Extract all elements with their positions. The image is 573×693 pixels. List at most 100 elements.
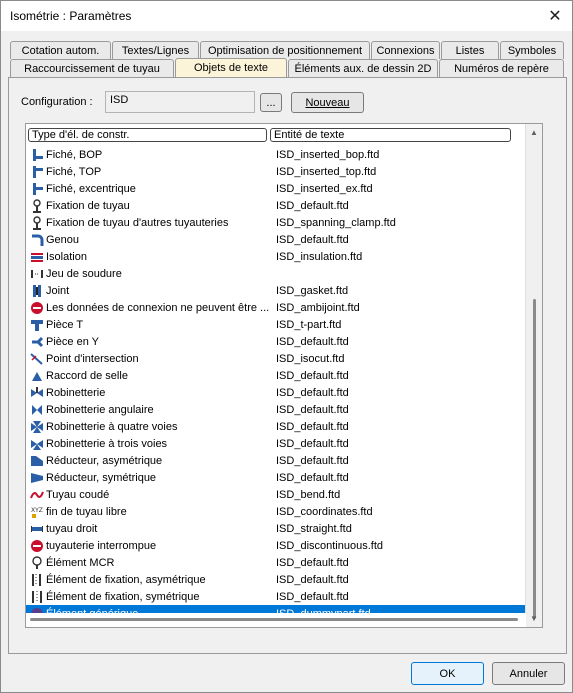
tab-textes-lignes[interactable]: Textes/Lignes — [112, 41, 199, 59]
row-type-label: Raccord de selle — [46, 369, 128, 382]
table-row[interactable]: Joint ISD_gasket.ftd — [26, 282, 526, 299]
row-entity-label: ISD_inserted_bop.ftd — [276, 148, 380, 161]
close-icon[interactable]: ✕ — [542, 3, 568, 29]
row-type-cell: Point d'intersection — [30, 352, 270, 366]
tab-objets-de-texte[interactable]: Objets de texte — [175, 58, 287, 77]
tab-optimisation-positionnement[interactable]: Optimisation de positionnement — [200, 41, 370, 59]
row-entity-label: ISD_spanning_clamp.ftd — [276, 216, 396, 229]
table-row[interactable]: Raccord de selle ISD_default.ftd — [26, 367, 526, 384]
table-row[interactable]: Point d'intersection ISD_isocut.ftd — [26, 350, 526, 367]
reducer-sym-icon — [30, 471, 44, 485]
row-type-cell: Élément de fixation, asymétrique — [30, 573, 270, 587]
tab-listes[interactable]: Listes — [441, 41, 499, 59]
row-type-label: Réducteur, symétrique — [46, 471, 157, 484]
row-entity-label: ISD_default.ftd — [276, 386, 349, 399]
row-type-label: Genou — [46, 233, 80, 246]
ok-button[interactable]: OK — [411, 662, 484, 685]
table-row[interactable]: Pièce en Y ISD_default.ftd — [26, 333, 526, 350]
row-type-label: Élément de fixation, symétrique — [46, 590, 200, 603]
row-entity-label: ISD_default.ftd — [276, 403, 349, 416]
tab-numeros-repere[interactable]: Numéros de repère — [439, 59, 564, 77]
table-row[interactable]: Réducteur, symétrique ISD_default.ftd — [26, 469, 526, 486]
table-row[interactable]: Réducteur, asymétrique ISD_default.ftd — [26, 452, 526, 469]
row-type-cell: Pièce en Y — [30, 335, 270, 349]
table-header: Type d'él. de constr. Entité de texte — [26, 124, 526, 146]
window-title: Isométrie : Paramètres — [10, 9, 132, 23]
new-button[interactable]: Nouveau — [291, 92, 364, 113]
straight-pipe-icon — [30, 522, 44, 536]
table-row[interactable]: Jeu de soudure — [26, 265, 526, 282]
horizontal-scrollbar[interactable] — [26, 613, 526, 627]
table-row[interactable]: Isolation ISD_insulation.ftd — [26, 248, 526, 265]
row-entity-label: ISD_default.ftd — [276, 233, 349, 246]
no-entry-icon — [30, 539, 44, 553]
row-type-cell: Robinetterie à trois voies — [30, 437, 270, 451]
table-row[interactable]: Robinetterie à quatre voies ISD_default.f… — [26, 418, 526, 435]
table-row[interactable]: Fiché, excentrique ISD_inserted_ex.ftd — [26, 180, 526, 197]
tab-symboles[interactable]: Symboles — [500, 41, 564, 59]
tab-raccourcissement-tuyau[interactable]: Raccourcissement de tuyau — [10, 59, 174, 77]
table-row[interactable]: Robinetterie ISD_default.ftd — [26, 384, 526, 401]
table-row[interactable]: Fixation de tuyau ISD_default.ftd — [26, 197, 526, 214]
hscroll-thumb[interactable] — [30, 618, 518, 621]
table-row[interactable]: Les données de connexion ne peuvent être… — [26, 299, 526, 316]
table-row[interactable]: Élément MCR ISD_default.ftd — [26, 554, 526, 571]
row-type-cell: tuyauterie interrompue — [30, 539, 270, 553]
vertical-scrollbar[interactable]: ▲ ▼ — [525, 124, 542, 627]
row-type-cell: Fiché, TOP — [30, 165, 270, 179]
row-type-label: Fiché, excentrique — [46, 182, 136, 195]
tab-cotation-autom[interactable]: Cotation autom. — [10, 41, 111, 59]
row-type-label: Tuyau coudé — [46, 488, 110, 501]
table-row[interactable]: Genou ISD_default.ftd — [26, 231, 526, 248]
row-type-cell: Genou — [30, 233, 270, 247]
table-row[interactable]: XYZ fin de tuyau libre ISD_coordinates.ftd — [26, 503, 526, 520]
scroll-down-icon[interactable]: ▼ — [526, 610, 542, 627]
row-type-label: Robinetterie angulaire — [46, 403, 154, 416]
row-type-cell: Fixation de tuyau — [30, 198, 270, 213]
table-row[interactable]: Élément de fixation, asymétrique ISD_defa… — [26, 571, 526, 588]
row-type-cell: Pièce T — [30, 318, 270, 332]
table-row[interactable]: Tuyau coudé ISD_bend.ftd — [26, 486, 526, 503]
table-row[interactable]: tuyauterie interrompue ISD_discontinuous.… — [26, 537, 526, 554]
cancel-button[interactable]: Annuler — [492, 662, 565, 685]
row-type-label: Joint — [46, 284, 70, 297]
scroll-thumb[interactable] — [533, 299, 536, 619]
column-header-type[interactable]: Type d'él. de constr. — [28, 128, 267, 142]
row-type-label: Point d'intersection — [46, 352, 139, 365]
mcr-icon — [30, 555, 44, 570]
gasket-icon — [30, 284, 44, 298]
table-row[interactable]: Élément de fixation, symétrique ISD_defau… — [26, 588, 526, 605]
table-row[interactable]: Fiché, TOP ISD_inserted_top.ftd — [26, 163, 526, 180]
column-header-entity[interactable]: Entité de texte — [270, 128, 511, 142]
table-row[interactable]: Fixation de tuyau d'autres tuyauteries IS… — [26, 214, 526, 231]
tab-panel: Configuration : ISD ... Nouveau Type d'é… — [8, 77, 567, 654]
table-row[interactable]: Robinetterie à trois voies ISD_default.ft… — [26, 435, 526, 452]
row-entity-label: ISD_t-part.ftd — [276, 318, 342, 331]
row-entity-label: ISD_insulation.ftd — [276, 250, 363, 263]
row-type-label: tuyauterie interrompue — [46, 539, 157, 552]
element-text-table: Type d'él. de constr. Entité de texte Fi… — [25, 123, 543, 628]
row-type-label: tuyau droit — [46, 522, 98, 535]
pipe-support-icon — [30, 198, 44, 213]
tab-connexions[interactable]: Connexions — [371, 41, 440, 59]
table-row[interactable]: Fiché, BOP ISD_inserted_bop.ftd — [26, 146, 526, 163]
four-way-valve-icon — [30, 420, 44, 434]
row-entity-label: ISD_bend.ftd — [276, 488, 341, 501]
browse-button[interactable]: ... — [260, 93, 282, 112]
table-row[interactable]: Pièce T ISD_t-part.ftd — [26, 316, 526, 333]
row-entity-label: ISD_default.ftd — [276, 420, 349, 433]
fixing-asym-icon — [30, 573, 44, 587]
table-row[interactable]: Robinetterie angulaire ISD_default.ftd — [26, 401, 526, 418]
row-type-label: Pièce en Y — [46, 335, 100, 348]
tab-elements-aux-dessin[interactable]: Éléments aux. de dessin 2D — [288, 59, 438, 77]
row-entity-label: ISD_discontinuous.ftd — [276, 539, 384, 552]
table-row[interactable]: tuyau droit ISD_straight.ftd — [26, 520, 526, 537]
configuration-field[interactable]: ISD — [105, 91, 255, 113]
row-type-label: Fiché, TOP — [46, 165, 102, 178]
pipe-support-icon — [30, 215, 44, 230]
row-type-cell: Réducteur, asymétrique — [30, 454, 270, 468]
insulation-icon — [30, 250, 44, 264]
row-entity-label: ISD_default.ftd — [276, 471, 349, 484]
scroll-up-icon[interactable]: ▲ — [526, 124, 542, 141]
table-body: Fiché, BOP ISD_inserted_bop.ftd Fiché, TOP… — [26, 146, 526, 622]
